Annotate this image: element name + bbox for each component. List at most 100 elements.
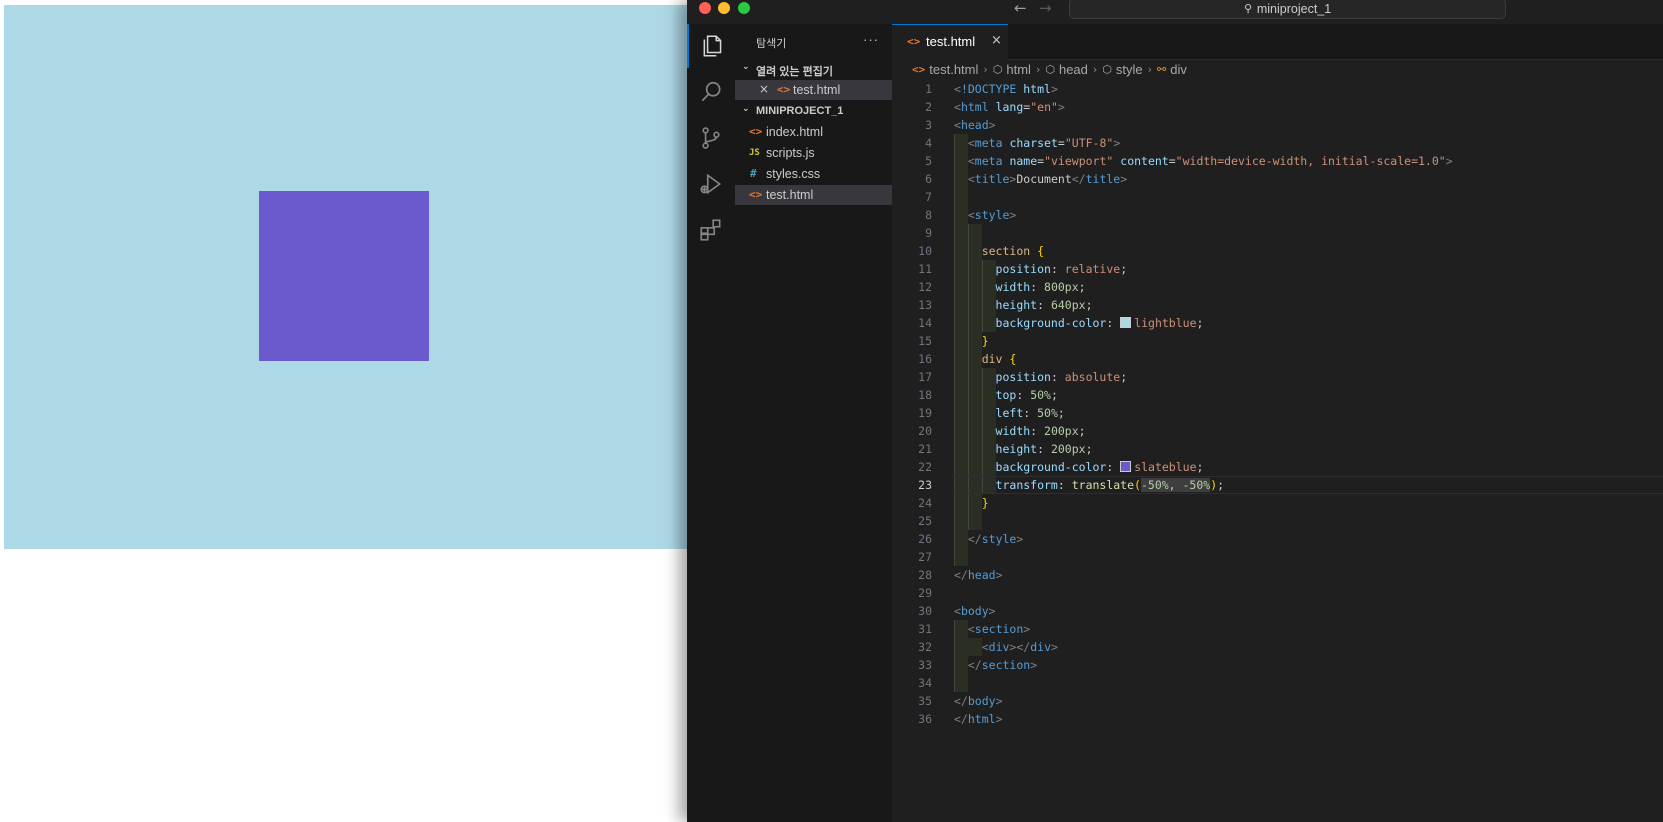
line-number: 13 bbox=[918, 298, 932, 312]
breadcrumb-label: html bbox=[1006, 61, 1031, 77]
window-maximize-button[interactable] bbox=[738, 2, 750, 14]
code-line: position: relative; bbox=[995, 262, 1128, 276]
symbol-class-icon: ⚯ bbox=[1157, 62, 1167, 76]
code-line: <head> bbox=[954, 118, 996, 132]
code-line: <div></div> bbox=[981, 640, 1058, 654]
command-center-label: miniproject_1 bbox=[1256, 1, 1332, 16]
symbol-element-icon: ⬡ bbox=[992, 62, 1003, 76]
breadcrumb-label: style bbox=[1115, 61, 1143, 77]
line-number: 3 bbox=[925, 118, 932, 132]
file-label: test.html bbox=[766, 188, 814, 202]
code-line: </html> bbox=[954, 712, 1003, 726]
breadcrumb-label: head bbox=[1058, 61, 1088, 77]
line-number: 20 bbox=[918, 424, 932, 438]
back-arrow-icon[interactable]: ← bbox=[1014, 0, 1027, 16]
js-file-icon: JS bbox=[749, 148, 760, 158]
code-line: </body> bbox=[954, 694, 1003, 708]
forward-arrow-icon[interactable]: → bbox=[1039, 0, 1052, 16]
line-number: 34 bbox=[918, 676, 932, 690]
code-line: section { bbox=[981, 244, 1045, 258]
line-number: 4 bbox=[925, 136, 932, 150]
source-control-icon[interactable] bbox=[687, 116, 735, 160]
close-icon[interactable]: × bbox=[991, 33, 1002, 48]
line-number: 28 bbox=[918, 568, 932, 582]
window-close-button[interactable] bbox=[699, 2, 711, 14]
breadcrumb-item-div[interactable]: ⚯ div bbox=[1157, 62, 1187, 77]
code-line: </section> bbox=[967, 658, 1038, 672]
line-number: 25 bbox=[918, 514, 932, 528]
code-line: top: 50%; bbox=[995, 388, 1058, 402]
browser-preview bbox=[0, 0, 687, 822]
symbol-element-icon: ⬡ bbox=[1102, 62, 1112, 76]
window-minimize-button[interactable] bbox=[718, 2, 730, 14]
file-item-test-html[interactable]: <> test.html bbox=[735, 185, 892, 205]
file-label: styles.css bbox=[766, 167, 821, 181]
code-line: </style> bbox=[967, 532, 1024, 546]
file-item-styles-css[interactable]: # styles.css bbox=[735, 164, 892, 184]
code-line: transform: translate(-50%, -50%); bbox=[995, 478, 1225, 492]
code-line: </head> bbox=[954, 568, 1003, 582]
line-number: 2 bbox=[925, 100, 932, 114]
open-editors-section-header[interactable]: ⌄ 열려 있는 편집기 bbox=[735, 59, 892, 79]
file-label: scripts.js bbox=[766, 146, 815, 160]
code-line: <style> bbox=[967, 208, 1017, 222]
line-number: 21 bbox=[918, 442, 932, 456]
line-number: 18 bbox=[918, 388, 932, 402]
file-item-scripts-js[interactable]: JS scripts.js bbox=[735, 143, 892, 163]
code-line: background-color: lightblue; bbox=[995, 316, 1204, 330]
line-number: 26 bbox=[918, 532, 932, 546]
code-line: <!DOCTYPE html> bbox=[954, 82, 1058, 96]
html-file-icon: <> bbox=[907, 35, 921, 48]
more-actions-icon[interactable]: ··· bbox=[863, 32, 879, 47]
preview-section-lightblue bbox=[4, 5, 687, 549]
line-number: 9 bbox=[925, 226, 932, 240]
code-line: <section> bbox=[967, 622, 1031, 636]
line-number: 22 bbox=[918, 460, 932, 474]
open-editor-item-test-html[interactable]: × <> test.html bbox=[735, 80, 892, 100]
line-number: 24 bbox=[918, 496, 932, 510]
chevron-down-icon: ⌄ bbox=[742, 104, 750, 114]
preview-div-slateblue bbox=[259, 191, 429, 361]
line-number: 5 bbox=[925, 154, 932, 168]
tab-label: test.html bbox=[926, 34, 976, 49]
line-number: 8 bbox=[925, 208, 932, 222]
code-editor[interactable]: 1 <!DOCTYPE html> 2 <html lang="en"> 3 <head>… bbox=[892, 80, 1663, 760]
line-number: 6 bbox=[925, 172, 932, 186]
explorer-title: 탐색기 bbox=[756, 38, 787, 50]
command-center-search[interactable]: ⚲ miniproject_1 bbox=[1069, 0, 1506, 19]
line-number: 31 bbox=[918, 622, 932, 636]
breadcrumb-item-file[interactable]: <> test.html bbox=[912, 62, 978, 77]
tab-test-html[interactable]: <> test.html × bbox=[892, 24, 1008, 60]
line-number: 7 bbox=[925, 190, 932, 204]
chevron-right-icon: › bbox=[983, 62, 988, 76]
line-number: 32 bbox=[918, 640, 932, 654]
search-icon[interactable] bbox=[687, 70, 735, 114]
code-line: height: 200px; bbox=[995, 442, 1093, 456]
code-line: width: 800px; bbox=[995, 280, 1086, 294]
close-icon[interactable]: × bbox=[759, 82, 769, 96]
line-number: 35 bbox=[918, 694, 932, 708]
breadcrumb-label: div bbox=[1170, 61, 1187, 77]
html-file-icon: <> bbox=[749, 125, 763, 138]
extensions-icon[interactable] bbox=[687, 208, 735, 252]
project-label: MINIPROJECT_1 bbox=[756, 105, 844, 117]
breadcrumb-item-style[interactable]: ⬡ style bbox=[1102, 62, 1142, 77]
code-line: <title>Document</title> bbox=[967, 172, 1128, 186]
run-debug-icon[interactable] bbox=[687, 162, 735, 206]
breadcrumb-item-head[interactable]: ⬡ head bbox=[1045, 62, 1088, 77]
breadcrumb: <> test.html › ⬡ html › ⬡ head › ⬡ style… bbox=[912, 60, 1187, 78]
code-line: position: absolute; bbox=[995, 370, 1128, 384]
breadcrumb-item-html[interactable]: ⬡ html bbox=[993, 62, 1031, 77]
file-item-index-html[interactable]: <> index.html bbox=[735, 122, 892, 142]
files-icon[interactable] bbox=[687, 24, 737, 68]
line-number: 10 bbox=[918, 244, 932, 258]
line-number: 33 bbox=[918, 658, 932, 672]
chevron-right-icon: › bbox=[1035, 62, 1041, 76]
html-file-icon: <> bbox=[777, 83, 791, 96]
project-section-header[interactable]: ⌄ MINIPROJECT_1 bbox=[735, 101, 892, 121]
code-line: <meta charset="UTF-8"> bbox=[967, 136, 1121, 150]
symbol-element-icon: ⬡ bbox=[1045, 62, 1055, 76]
line-number: 14 bbox=[918, 316, 932, 330]
code-line: width: 200px; bbox=[995, 424, 1086, 438]
line-number: 19 bbox=[918, 406, 932, 420]
